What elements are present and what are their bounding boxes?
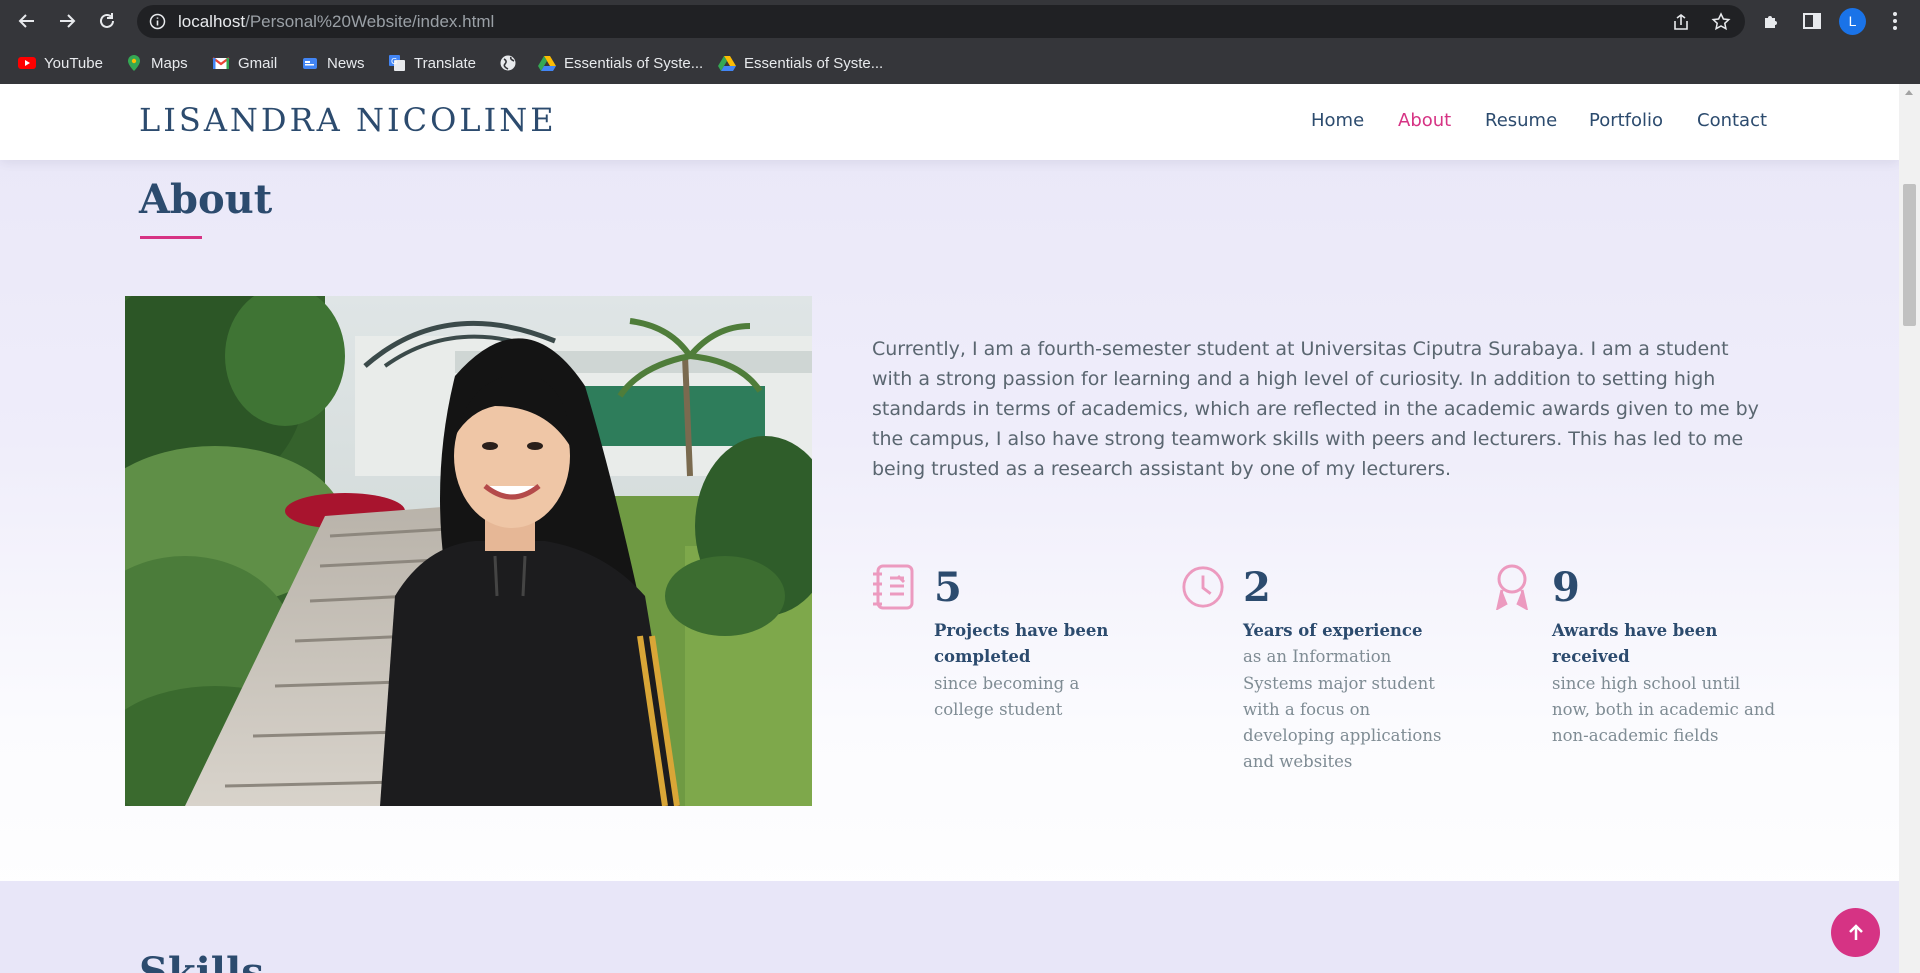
stat-detail: since becoming a college student (934, 673, 1080, 719)
scrollbar-thumb[interactable] (1903, 184, 1916, 326)
bookmark-drive-2[interactable]: Essentials of Syste... (718, 51, 883, 75)
nav-resume[interactable]: Resume (1485, 110, 1557, 131)
stat-description: Projects have been completed since becom… (934, 618, 1140, 723)
back-to-top-button[interactable] (1831, 908, 1880, 957)
page-viewport: LISANDRA NICOLINE Home About Resume Port… (0, 84, 1899, 973)
bookmark-label: Essentials of Syste... (744, 54, 884, 72)
bookmark-label: Maps (151, 54, 188, 72)
youtube-icon (18, 57, 36, 69)
site-logo[interactable]: LISANDRA NICOLINE (139, 101, 557, 139)
bookmark-translate[interactable]: G Translate (388, 51, 476, 75)
nav-about[interactable]: About (1398, 110, 1451, 131)
stat-detail: as an Information Systems major student … (1243, 647, 1442, 772)
arrow-up-icon (1848, 923, 1863, 940)
address-bar[interactable]: localhost/Personal%20Website/index.html (137, 5, 1745, 38)
news-icon (303, 58, 317, 69)
stat-heading: Projects have been completed (934, 621, 1109, 667)
extensions-puzzle-icon[interactable] (1761, 10, 1783, 32)
stat-value: 9 (1552, 564, 1580, 611)
clock-icon (1182, 566, 1224, 608)
bookmark-drive-1[interactable]: Essentials of Syste... (538, 51, 703, 75)
bookmark-label: Translate (414, 54, 476, 72)
skills-section: Skills (0, 881, 1899, 973)
bookmark-label: Essentials of Syste... (564, 54, 704, 72)
title-underline (140, 236, 202, 239)
google-drive-icon (538, 56, 556, 71)
nav-portfolio[interactable]: Portfolio (1589, 110, 1663, 131)
stat-value: 5 (934, 564, 962, 611)
stat-description: Years of experience as an Information Sy… (1243, 618, 1465, 776)
back-arrow-icon[interactable] (14, 8, 40, 34)
nav-contact[interactable]: Contact (1697, 110, 1767, 131)
translate-icon: G (389, 55, 405, 71)
share-icon[interactable] (1671, 12, 1691, 32)
scroll-up-arrow-icon[interactable] (1905, 90, 1913, 95)
bookmarks-bar: YouTube Maps Gmail News G Translate Esse… (0, 42, 1920, 84)
svg-text:G: G (391, 57, 397, 66)
forward-arrow-icon[interactable] (54, 8, 80, 34)
globe-icon (500, 55, 516, 71)
maps-icon (128, 55, 140, 71)
bookmark-label: News (327, 54, 365, 72)
bookmark-label: YouTube (44, 54, 103, 72)
url-text[interactable]: localhost/Personal%20Website/index.html (178, 12, 494, 32)
browser-toolbar: localhost/Personal%20Website/index.html … (0, 0, 1920, 42)
stat-value: 2 (1243, 564, 1271, 611)
bookmark-maps[interactable]: Maps (125, 51, 188, 75)
about-title: About (139, 176, 273, 223)
gmail-icon (212, 57, 230, 69)
page-scrollbar[interactable] (1899, 84, 1920, 973)
url-path: /Personal%20Website/index.html (245, 12, 495, 31)
bookmark-youtube[interactable]: YouTube (18, 51, 103, 75)
award-icon (1496, 564, 1528, 610)
about-description: Currently, I am a fourth-semester studen… (872, 338, 1759, 480)
bookmark-label: Gmail (238, 54, 278, 72)
browser-menu-icon[interactable] (1887, 9, 1903, 33)
nav-home[interactable]: Home (1311, 110, 1364, 131)
url-host: localhost (178, 12, 246, 31)
profile-avatar[interactable]: L (1839, 8, 1866, 35)
stat-detail: since high school until now, both in aca… (1552, 673, 1776, 746)
skills-title: Skills (139, 949, 264, 973)
bookmark-gmail[interactable]: Gmail (212, 51, 277, 75)
bookmark-globe[interactable] (499, 51, 517, 75)
google-drive-icon (718, 56, 736, 71)
reload-icon[interactable] (94, 8, 120, 34)
stat-description: Awards have been received since high sch… (1552, 618, 1778, 749)
bookmark-star-icon[interactable] (1711, 12, 1731, 32)
profile-photo (125, 296, 812, 806)
stat-heading: Years of experience (1243, 621, 1423, 640)
site-info-icon[interactable] (149, 13, 166, 30)
bookmark-news[interactable]: News (301, 51, 365, 75)
stat-heading: Awards have been received (1552, 621, 1718, 667)
site-header: LISANDRA NICOLINE Home About Resume Port… (0, 84, 1899, 160)
journal-icon (873, 564, 914, 610)
side-panel-icon[interactable] (1801, 10, 1823, 32)
